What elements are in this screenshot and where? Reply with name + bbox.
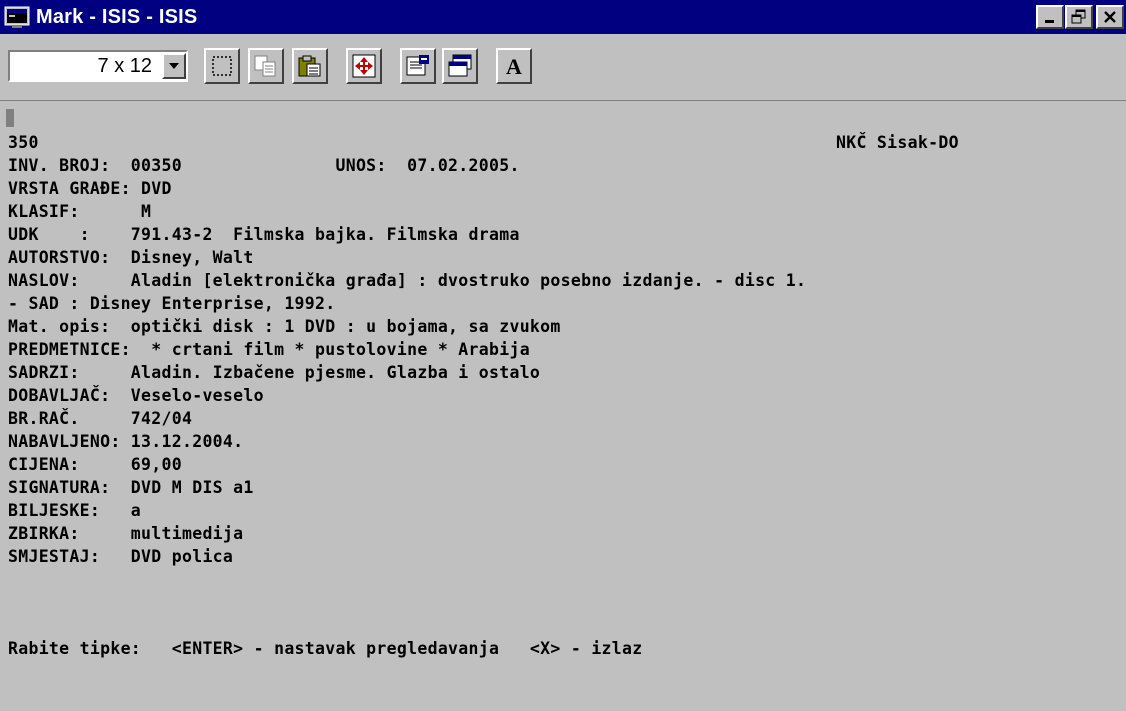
call-number-line: SIGNATURA: DVD M DIS a1 xyxy=(8,478,254,497)
copy-button[interactable] xyxy=(248,48,284,84)
minimize-button[interactable] xyxy=(1036,5,1064,29)
mark-button[interactable] xyxy=(204,48,240,84)
physical-description-line: Mat. opis: optički disk : 1 DVD : u boja… xyxy=(8,317,561,336)
text-cursor xyxy=(6,109,14,127)
window-title: Mark - ISIS - ISIS xyxy=(36,5,198,28)
author-line: AUTORSTVO: Disney, Walt xyxy=(8,248,254,267)
title-line: NASLOV: Aladin [elektronička građa] : dv… xyxy=(8,271,807,290)
background-button[interactable] xyxy=(442,48,478,84)
minimize-icon xyxy=(1045,20,1054,23)
properties-button[interactable] xyxy=(400,48,436,84)
invoice-line: BR.RAČ. 742/04 xyxy=(8,409,193,428)
mark-select-icon xyxy=(212,56,232,76)
title-bar[interactable]: Mark - ISIS - ISIS xyxy=(0,0,1126,34)
close-button[interactable] xyxy=(1096,5,1124,29)
contents-line: SADRZI: Aladin. Izbačene pjesme. Glazba … xyxy=(8,363,541,382)
notes-line: BILJESKE: a xyxy=(8,501,142,520)
font-size-select[interactable]: 7 x 12 xyxy=(8,50,188,82)
copy-icon xyxy=(254,55,276,77)
udk-line: UDK : 791.43-2 Filmska bajka. Filmska dr… xyxy=(8,225,520,244)
classification-line: KLASIF: M xyxy=(8,202,152,221)
fullscreen-icon xyxy=(352,54,376,78)
paste-button[interactable] xyxy=(292,48,328,84)
console-screen[interactable]: 350 NKČ Sisak-DO INV. BROJ: 00350 UNOS: … xyxy=(0,101,1126,711)
properties-icon xyxy=(406,55,429,76)
collection-line: ZBIRKA: multimedija xyxy=(8,524,244,543)
library-name: NKČ Sisak-DO xyxy=(836,133,959,152)
svg-text:A: A xyxy=(506,54,522,79)
font-size-value: 7 x 12 xyxy=(97,54,152,77)
background-icon xyxy=(448,54,472,77)
restore-button[interactable] xyxy=(1065,5,1093,29)
subjects-line: PREDMETNICE: * crtani film * pustolovine… xyxy=(8,340,530,359)
console-window: Mark - ISIS - ISIS 7 x 12 A 350 NKČ Sisa… xyxy=(0,0,1126,711)
price-line: CIJENA: 69,00 xyxy=(8,455,182,474)
restore-icon xyxy=(1071,9,1086,24)
fullscreen-button[interactable] xyxy=(346,48,382,84)
dos-window-icon xyxy=(4,6,30,28)
supplier-line: DOBAVLJAČ: Veselo-veselo xyxy=(8,386,264,405)
publication-line: - SAD : Disney Enterprise, 1992. xyxy=(8,294,336,313)
location-line: SMJESTAJ: DVD polica xyxy=(8,547,234,566)
acquired-date-line: NABAVLJENO: 13.12.2004. xyxy=(8,432,244,451)
material-type-line: VRSTA GRAĐE: DVD xyxy=(8,179,172,198)
caption-buttons xyxy=(1035,5,1124,29)
key-help-prompt: Rabite tipke: <ENTER> - nastavak pregled… xyxy=(8,639,643,658)
font-size-dropdown-button[interactable] xyxy=(162,53,186,79)
toolbar: 7 x 12 A xyxy=(0,34,1126,101)
record-number: 350 xyxy=(8,133,39,152)
font-button[interactable]: A xyxy=(496,48,532,84)
paste-icon xyxy=(298,55,321,77)
font-icon: A xyxy=(506,54,522,79)
inventory-line: INV. BROJ: 00350 UNOS: 07.02.2005. xyxy=(8,156,520,175)
chevron-down-icon xyxy=(169,63,179,69)
close-icon xyxy=(1104,11,1116,23)
